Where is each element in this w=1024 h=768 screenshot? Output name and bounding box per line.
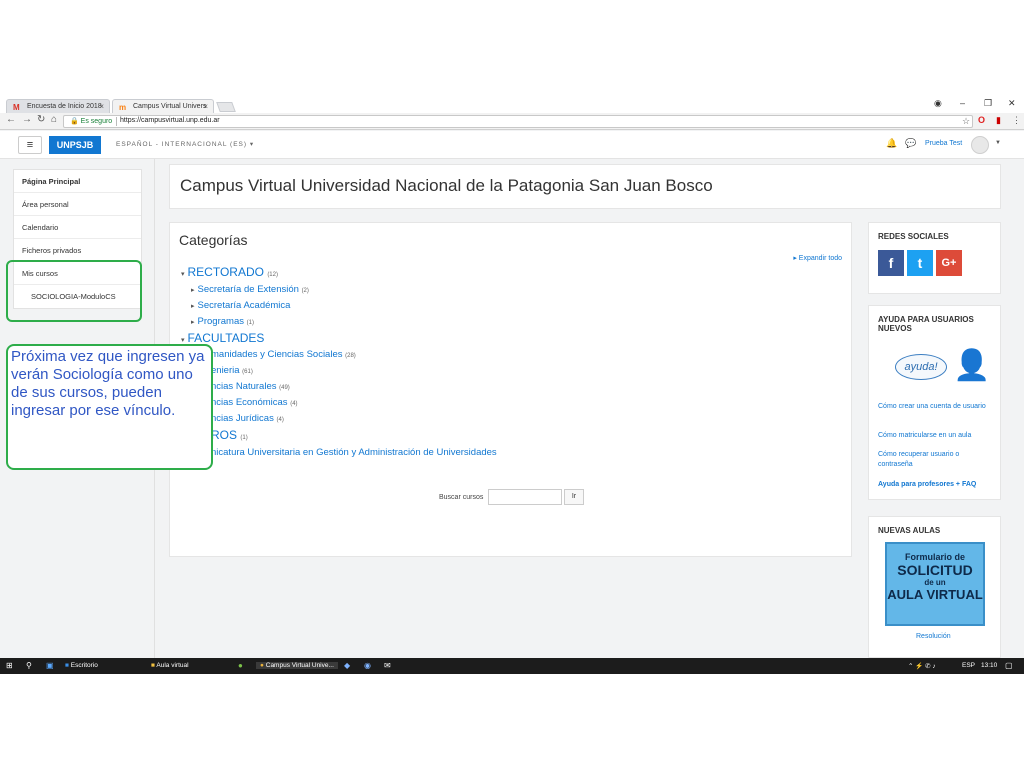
- nav-item-dashboard[interactable]: Área personal: [14, 193, 141, 216]
- help-link-recover[interactable]: Cómo recuperar usuario o contraseña: [878, 450, 988, 470]
- nav-item-home[interactable]: Página Principal: [14, 170, 141, 193]
- search-courses-input[interactable]: [488, 489, 562, 505]
- category-ingenieria[interactable]: enieria (61): [211, 365, 253, 376]
- help-block: AYUDA PARA USUARIOS NUEVOS ayuda! 👤 Cómo…: [868, 305, 1001, 500]
- site-navbar: ≡ UNPSJB ESPAÑOL - INTERNACIONAL (ES) ▾ …: [0, 131, 1024, 159]
- social-block: REDES SOCIALES f t G+: [868, 222, 1001, 294]
- extension-icon[interactable]: ▮: [996, 115, 1001, 126]
- avatar[interactable]: [971, 136, 989, 154]
- close-window-icon[interactable]: ✕: [1008, 98, 1016, 109]
- tab-encuesta[interactable]: M Encuesta de Inicio 2018 ×: [6, 99, 110, 113]
- category-programas[interactable]: ▸ Programas (1): [191, 316, 254, 327]
- facebook-icon[interactable]: f: [878, 250, 904, 276]
- category-secretaria-academica[interactable]: ▸ Secretaría Académica: [191, 300, 290, 311]
- app-icon-3[interactable]: ◉: [364, 661, 371, 670]
- help-person-icon: 👤: [953, 349, 991, 382]
- menu-dots-icon[interactable]: ⋮: [1012, 115, 1021, 126]
- forward-icon[interactable]: →: [22, 114, 32, 125]
- search-courses-label: Buscar cursos: [439, 494, 484, 501]
- chevron-down-icon[interactable]: ▼: [995, 140, 1001, 146]
- restore-icon[interactable]: ❐: [984, 98, 992, 109]
- opera-icon[interactable]: O: [978, 115, 985, 125]
- task-view-icon[interactable]: ▣: [46, 661, 54, 670]
- expand-all-link[interactable]: ▸ Expandir todo: [793, 254, 842, 262]
- annotation-note: Próxima vez que ingresen ya verán Sociol…: [6, 344, 213, 470]
- url-text: https://campusvirtual.unp.edu.ar: [120, 117, 220, 124]
- app-icon-2[interactable]: ◆: [344, 661, 350, 670]
- tray-icons[interactable]: ⌃ ⚡ ✆ ♪: [908, 662, 936, 670]
- page-header-card: Campus Virtual Universidad Nacional de l…: [169, 164, 1001, 209]
- resolution-link[interactable]: Resolución: [916, 632, 951, 642]
- address-bar[interactable]: 🔒 Es seguro https://campusvirtual.unp.ed…: [63, 115, 973, 128]
- home-icon[interactable]: ⌂: [51, 114, 57, 125]
- category-rectorado[interactable]: ▾ RECTORADO (12): [181, 265, 278, 279]
- taskbar-item-desktop[interactable]: ■ Escritorio: [65, 662, 98, 669]
- bookmark-star-icon[interactable]: ☆: [962, 116, 970, 127]
- back-icon[interactable]: ←: [6, 114, 16, 125]
- categories-heading: Categorías: [179, 232, 248, 248]
- category-economicas[interactable]: ncias Económicas (4): [211, 397, 298, 408]
- user-name[interactable]: Prueba Test: [925, 140, 962, 147]
- app-icon[interactable]: ●: [238, 661, 243, 670]
- notifications-icon[interactable]: ▢: [1005, 661, 1013, 670]
- search-icon[interactable]: ⚲: [26, 661, 32, 670]
- help-block-title: AYUDA PARA USUARIOS NUEVOS: [878, 315, 974, 333]
- category-secretaria-extension[interactable]: ▸ Secretaría de Extensión (2): [191, 284, 309, 295]
- category-otros[interactable]: ROS (1): [211, 428, 248, 442]
- twitter-icon[interactable]: t: [907, 250, 933, 276]
- profile-icon[interactable]: ◉: [934, 98, 942, 109]
- url-separator: [116, 117, 117, 126]
- category-tecnicatura[interactable]: nicatura Universitaria en Gestión y Admi…: [211, 447, 497, 458]
- moodle-icon: m: [119, 103, 127, 112]
- nav-item-calendar[interactable]: Calendario: [14, 216, 141, 239]
- hamburger-menu-icon[interactable]: ≡: [18, 136, 42, 154]
- nav-item-private-files[interactable]: Ficheros privados: [14, 239, 141, 262]
- messages-icon[interactable]: 💬: [905, 138, 916, 149]
- highlight-box: [6, 260, 142, 322]
- google-plus-icon[interactable]: G+: [936, 250, 962, 276]
- notifications-bell-icon[interactable]: 🔔: [886, 138, 897, 149]
- taskbar-item-chrome[interactable]: ● Campus Virtual Unive...: [256, 662, 338, 669]
- browser-tab-strip: M Encuesta de Inicio 2018 × m Campus Vir…: [0, 96, 1024, 113]
- help-link-enroll[interactable]: Cómo matricularse en un aula: [878, 431, 988, 441]
- search-go-button[interactable]: Ir: [564, 489, 584, 505]
- windows-start-icon[interactable]: ⊞: [6, 661, 13, 670]
- gmail-icon: M: [13, 103, 20, 112]
- category-juridicas[interactable]: ncias Jurídicas (4): [211, 413, 284, 424]
- screenshot: M Encuesta de Inicio 2018 × m Campus Vir…: [0, 96, 1024, 674]
- reload-icon[interactable]: ↻: [37, 114, 45, 125]
- tab-label: Campus Virtual Univers: [133, 103, 207, 110]
- tab-campus[interactable]: m Campus Virtual Univers ×: [112, 99, 214, 113]
- category-humanidades[interactable]: manidades y Ciencias Sociales (28): [211, 349, 356, 360]
- mail-icon[interactable]: ✉: [384, 661, 391, 670]
- close-icon[interactable]: ×: [99, 102, 104, 111]
- tab-label: Encuesta de Inicio 2018: [27, 103, 102, 110]
- close-icon[interactable]: ×: [203, 102, 208, 111]
- main-content: Campus Virtual Universidad Nacional de l…: [155, 159, 1020, 658]
- category-naturales[interactable]: ncias Naturales (49): [211, 381, 290, 392]
- tray-language[interactable]: ESP: [962, 662, 975, 669]
- tray-clock[interactable]: 13:10: [981, 662, 997, 669]
- social-block-title: REDES SOCIALES: [878, 232, 949, 241]
- site-brand[interactable]: UNPSJB: [49, 136, 101, 154]
- page-title: Campus Virtual Universidad Nacional de l…: [180, 176, 713, 195]
- help-link-create-account[interactable]: Cómo crear una cuenta de usuario: [878, 402, 988, 412]
- secure-label: 🔒 Es seguro: [70, 118, 113, 125]
- new-rooms-title: NUEVAS AULAS: [878, 526, 941, 535]
- category-facultades[interactable]: ▾ FACULTADES: [181, 331, 264, 345]
- request-form-banner[interactable]: Formulario de SOLICITUD de un AULA VIRTU…: [885, 542, 985, 626]
- windows-taskbar: ⊞ ⚲ ▣ ■ Escritorio ■ Aula virtual ● ● Ca…: [0, 658, 1024, 674]
- ayuda-logo: ayuda!: [895, 354, 947, 380]
- help-link-teachers[interactable]: Ayuda para profesores + FAQ: [878, 480, 988, 490]
- browser-toolbar: ← → ↻ ⌂ 🔒 Es seguro https://campusvirtua…: [0, 113, 1024, 130]
- minimize-icon[interactable]: –: [960, 98, 965, 108]
- taskbar-item-aula[interactable]: ■ Aula virtual: [151, 662, 189, 669]
- language-selector[interactable]: ESPAÑOL - INTERNACIONAL (ES) ▾: [116, 140, 254, 148]
- categories-card: Categorías ▸ Expandir todo ▾ RECTORADO (1…: [169, 222, 852, 557]
- new-rooms-block: NUEVAS AULAS Formulario de SOLICITUD de …: [868, 516, 1001, 658]
- new-tab-button[interactable]: [216, 102, 236, 112]
